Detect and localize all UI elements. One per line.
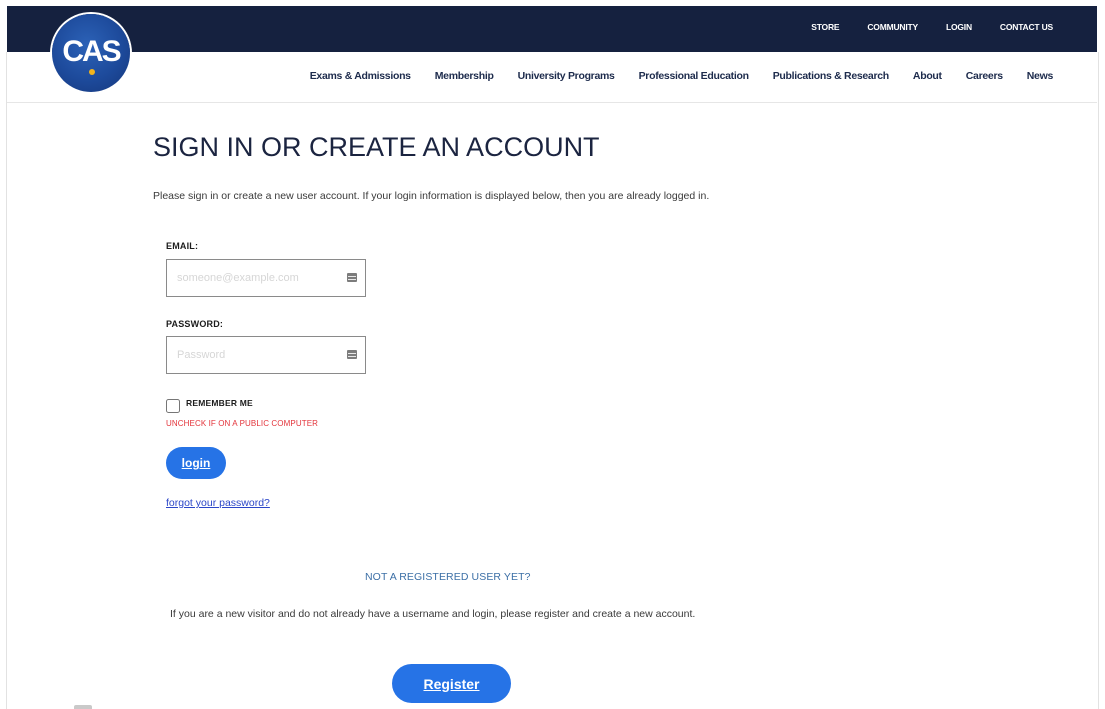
register-heading: NOT A REGISTERED USER YET? [365,571,531,583]
email-input[interactable] [177,270,337,286]
public-computer-warning: UNCHECK IF ON A PUBLIC COMPUTER [166,419,319,428]
nav-professional-education[interactable]: Professional Education [639,70,749,82]
utility-link-login[interactable]: LOGIN [946,22,972,32]
remember-me-label: REMEMBER ME [186,398,253,408]
id-card-icon [347,273,357,282]
nav-publications-research[interactable]: Publications & Research [773,70,890,82]
register-text: If you are a new visitor and do not alre… [170,608,696,620]
utility-link-contact-us[interactable]: CONTACT US [1000,22,1053,32]
cas-logo[interactable]: CAS [52,14,130,92]
page-border-right [1098,52,1099,709]
password-input[interactable] [177,347,337,363]
nav-news[interactable]: News [1027,70,1054,82]
utility-link-store[interactable]: STORE [811,22,839,32]
page-border-left [6,52,7,709]
forgot-password-link[interactable]: forgot your password? [166,497,270,509]
utility-nav: STORE COMMUNITY LOGIN CONTACT US [783,22,1053,32]
nav-careers[interactable]: Careers [966,70,1003,82]
nav-exams-admissions[interactable]: Exams & Admissions [310,70,411,82]
register-button[interactable]: Register [392,664,511,703]
utility-bar: STORE COMMUNITY LOGIN CONTACT US [7,6,1097,52]
nav-about[interactable]: About [913,70,942,82]
main-nav-links: Exams & Admissions Membership University… [286,70,1054,82]
page: STORE COMMUNITY LOGIN CONTACT US CAS Exa… [0,0,1105,709]
id-card-icon [347,350,357,359]
remember-me-checkbox[interactable] [166,399,180,413]
login-button[interactable]: login [166,447,226,479]
password-field-box [166,336,366,374]
utility-link-community[interactable]: COMMUNITY [867,22,918,32]
nav-university-programs[interactable]: University Programs [518,70,615,82]
page-footer-edge [74,705,92,709]
email-field-box [166,259,366,297]
logo-text: CAS [62,35,121,68]
logo-dot-icon [89,69,95,75]
password-label: PASSWORD: [166,319,224,329]
intro-text: Please sign in or create a new user acco… [153,190,710,202]
page-title: SIGN IN OR CREATE AN ACCOUNT [153,132,600,162]
email-label: EMAIL: [166,241,199,251]
nav-membership[interactable]: Membership [435,70,494,82]
main-nav: Exams & Admissions Membership University… [7,52,1097,103]
